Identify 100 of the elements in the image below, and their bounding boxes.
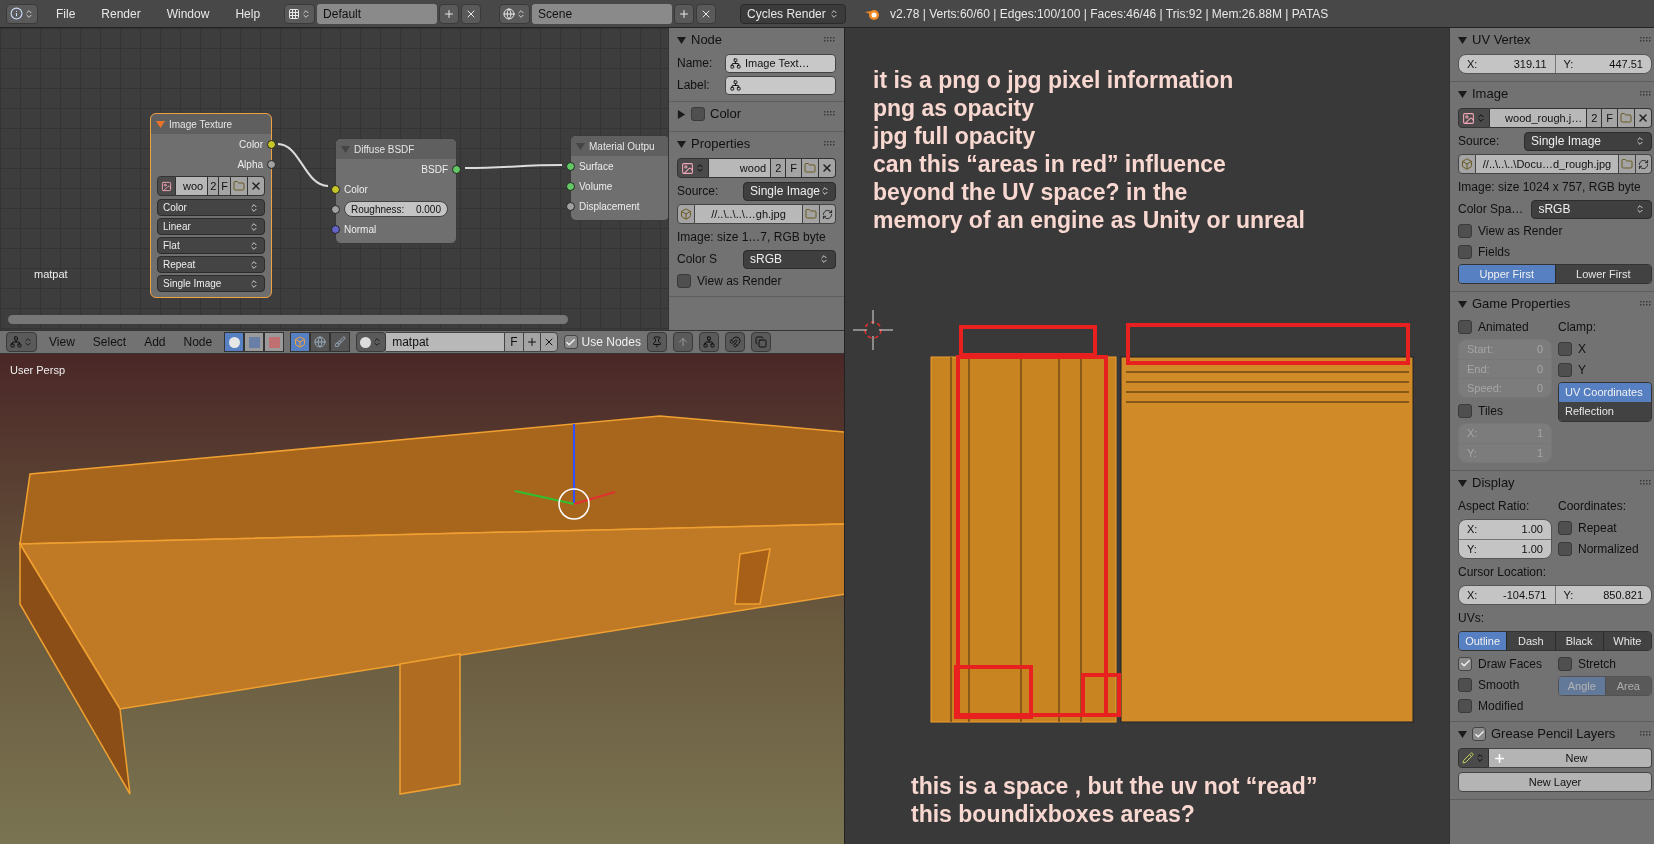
menu-item[interactable]: View <box>43 333 81 351</box>
uv-editor-canvas[interactable] <box>845 28 1449 844</box>
checkbox[interactable] <box>1472 727 1486 741</box>
checkbox[interactable] <box>1558 520 1572 535</box>
checkbox[interactable] <box>1558 341 1572 356</box>
expanded-triangle-icon[interactable] <box>1458 89 1467 99</box>
checkbox[interactable] <box>1458 403 1472 418</box>
remove-button[interactable] <box>696 3 717 24</box>
drag-handle-icon[interactable] <box>1640 301 1652 307</box>
cube-icon[interactable] <box>290 332 311 352</box>
users-count-button[interactable]: 2 <box>207 176 220 196</box>
backdrop-button[interactable] <box>698 332 719 352</box>
expanded-triangle-icon[interactable] <box>1458 478 1467 488</box>
checkbox[interactable] <box>1458 656 1472 671</box>
horizontal-scrollbar[interactable] <box>8 315 568 324</box>
text-field[interactable]: Image Text… <box>725 53 836 73</box>
toggle-option[interactable]: Dash <box>1506 632 1555 650</box>
node-editor-canvas[interactable]: Image Texture Color Alpha woo 2 F Color Linear Flat Repeat Single Image Diffuse BSDF BSDF Color Roughness: 0.000 Normal Material Outpu Surface Volume Displacement matpat <box>0 28 668 330</box>
checkbox[interactable] <box>691 107 705 121</box>
checkbox[interactable] <box>1458 244 1472 259</box>
expanded-triangle-icon[interactable] <box>156 119 165 129</box>
dropdown[interactable]: Flat <box>157 237 265 254</box>
menu-item[interactable]: Add <box>138 333 172 351</box>
layer-browse-button[interactable] <box>1458 748 1489 768</box>
image-name-field[interactable]: wood <box>709 158 771 178</box>
open-file-button[interactable] <box>1618 154 1636 174</box>
reload-button[interactable] <box>820 204 836 224</box>
checkbox[interactable] <box>1558 656 1572 671</box>
users-count-button[interactable]: 2 <box>770 158 787 178</box>
menu-item[interactable]: Select <box>86 333 133 351</box>
dropdown[interactable]: sRGB <box>743 249 836 269</box>
image-browse-button[interactable] <box>677 158 709 178</box>
texture-icon[interactable] <box>244 332 265 352</box>
fake-user-button[interactable]: F <box>1602 108 1617 128</box>
number-field[interactable]: X: 1.00 <box>1459 520 1551 539</box>
drag-handle-icon[interactable] <box>1640 91 1652 97</box>
snap-button[interactable] <box>724 332 745 352</box>
expanded-triangle-icon[interactable] <box>1458 35 1467 45</box>
material-name-field[interactable]: matpat <box>386 332 505 352</box>
expanded-triangle-icon[interactable] <box>677 35 686 45</box>
fake-user-button[interactable]: F <box>219 176 230 196</box>
copy-button[interactable] <box>750 332 771 352</box>
panel-title[interactable]: Game Properties <box>1472 294 1571 314</box>
parent-node-button[interactable] <box>672 332 693 352</box>
checkbox[interactable] <box>1458 677 1472 692</box>
checkbox[interactable] <box>563 335 578 349</box>
collapsed-triangle-icon[interactable] <box>677 109 686 119</box>
editor-type-button[interactable] <box>6 3 38 24</box>
menu-item[interactable]: Window <box>158 4 218 23</box>
viewport-background[interactable]: User Persp <box>0 354 844 844</box>
drag-handle-icon[interactable] <box>824 37 836 43</box>
checkbox[interactable] <box>1458 698 1472 713</box>
image-browse-button[interactable] <box>157 176 176 196</box>
drag-handle-icon[interactable] <box>824 111 836 117</box>
reload-button[interactable] <box>1636 154 1652 174</box>
checkbox[interactable] <box>677 273 691 288</box>
expanded-triangle-icon[interactable] <box>1458 299 1467 309</box>
drag-handle-icon[interactable] <box>1640 480 1652 486</box>
add-button[interactable] <box>674 3 695 24</box>
toggle-option[interactable]: Upper First <box>1459 265 1555 283</box>
panel-title[interactable]: Grease Pencil Layers <box>1491 724 1616 744</box>
open-image-button[interactable] <box>1617 108 1635 128</box>
toggle-option[interactable]: Reflection <box>1559 402 1651 421</box>
text-field[interactable] <box>725 75 836 95</box>
open-image-button[interactable] <box>801 158 819 178</box>
scene-browse-button[interactable] <box>499 3 531 24</box>
open-image-button[interactable] <box>230 176 248 196</box>
unlink-button[interactable] <box>248 176 265 196</box>
number-field[interactable]: Y: 1.00 <box>1459 539 1551 558</box>
screen-layout-field[interactable]: Default <box>317 3 438 24</box>
render-engine-dropdown[interactable]: Cycles Render <box>740 3 847 24</box>
toggle-option[interactable]: Outline <box>1459 632 1507 650</box>
new-button[interactable]: New <box>1489 748 1652 768</box>
image-name-field[interactable]: woo <box>176 176 208 196</box>
file-path-field[interactable]: //..\..\..\…gh.jpg <box>695 204 802 224</box>
pin-button[interactable] <box>646 332 667 352</box>
image-browse-button[interactable] <box>1458 108 1490 128</box>
number-field[interactable]: Y: 850.821 <box>1554 586 1651 604</box>
dropdown[interactable]: Linear <box>157 218 265 235</box>
checkbox[interactable] <box>1558 541 1572 556</box>
menu-item[interactable]: Node <box>177 333 219 351</box>
panel-title[interactable]: Properties <box>691 134 751 154</box>
expanded-triangle-icon[interactable] <box>677 139 686 149</box>
brush-icon[interactable] <box>330 332 351 352</box>
toggle-option[interactable]: UV Coordinates <box>1559 383 1651 402</box>
material-browse-button[interactable] <box>356 332 387 352</box>
drag-handle-icon[interactable] <box>1640 731 1652 737</box>
globe-icon[interactable] <box>310 332 331 352</box>
dropdown[interactable]: Single Image <box>157 275 265 292</box>
checkbox[interactable] <box>1458 319 1472 334</box>
drag-handle-icon[interactable] <box>1640 37 1652 43</box>
dropdown[interactable]: Color <box>157 199 265 216</box>
fake-user-button[interactable]: F <box>786 158 801 178</box>
action-button[interactable]: New Layer <box>1458 772 1652 792</box>
checker-icon[interactable] <box>264 332 285 352</box>
menu-item[interactable]: Render <box>93 4 149 23</box>
add-button[interactable] <box>439 3 460 24</box>
checkbox[interactable] <box>1558 362 1572 377</box>
expanded-triangle-icon[interactable] <box>1458 729 1467 739</box>
open-file-button[interactable] <box>802 204 820 224</box>
